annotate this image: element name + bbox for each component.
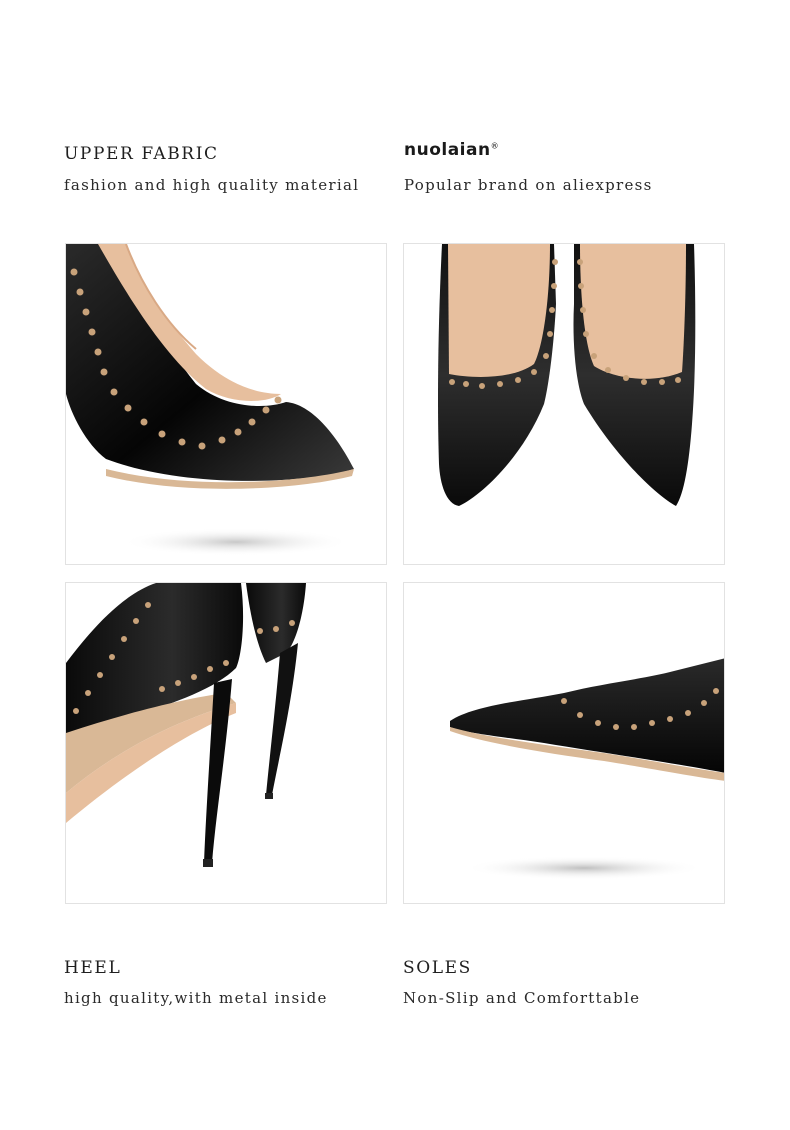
brand-subtitle: Popular brand on aliexpress bbox=[404, 176, 653, 194]
photo-sole-view bbox=[403, 582, 725, 904]
upper-fabric-title: UPPER FABRIC bbox=[64, 144, 219, 164]
heel-title: HEEL bbox=[64, 958, 122, 978]
upper-fabric-subtitle: fashion and high quality material bbox=[64, 176, 360, 194]
brand-logo-text: nuolaian bbox=[404, 140, 491, 160]
heel-subtitle: high quality,with metal inside bbox=[64, 989, 328, 1007]
photo-heel-view bbox=[65, 582, 387, 904]
soles-title: SOLES bbox=[403, 958, 472, 978]
registered-mark: ® bbox=[490, 141, 500, 151]
soles-subtitle: Non-Slip and Comforttable bbox=[403, 989, 641, 1007]
photo-brand-front-view bbox=[403, 243, 725, 565]
photo-upper-side-view bbox=[65, 243, 387, 565]
brand-logo: nuolaian® bbox=[404, 140, 499, 160]
